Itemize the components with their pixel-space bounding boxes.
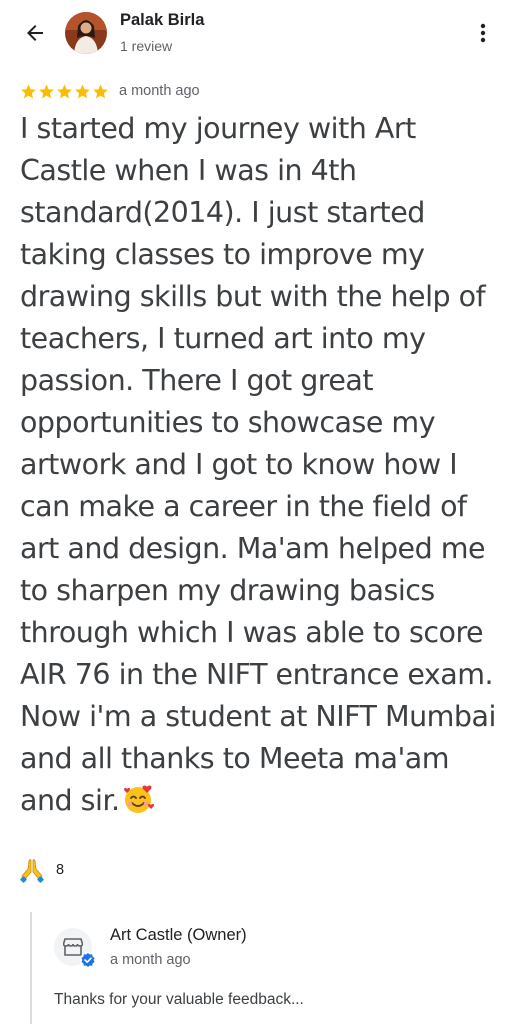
review-line: through which I was able to score bbox=[20, 616, 484, 649]
review-line: to sharpen my drawing basics bbox=[20, 574, 435, 607]
star-icon bbox=[57, 83, 72, 98]
rating-row: a month ago bbox=[20, 80, 200, 102]
review-line-last: and sir. bbox=[20, 780, 500, 822]
reaction-button[interactable]: 8 bbox=[20, 856, 64, 884]
reaction-count: 8 bbox=[56, 862, 65, 878]
star-icon bbox=[39, 83, 54, 98]
folded-hands-icon bbox=[20, 859, 44, 883]
star-rating bbox=[20, 83, 109, 100]
review-line: Castle when I was in 4th bbox=[20, 154, 357, 187]
more-options-button[interactable] bbox=[471, 20, 495, 46]
review-line-text: and sir. bbox=[20, 784, 120, 817]
review-line: I started my journey with Art bbox=[20, 112, 416, 145]
review-line: opportunities to showcase my bbox=[20, 406, 436, 439]
review-date: a month ago bbox=[119, 83, 200, 99]
review-header: Palak Birla 1 review bbox=[0, 0, 513, 70]
verified-check-icon bbox=[80, 952, 96, 968]
review-line: drawing skills but with the help of bbox=[20, 280, 486, 313]
review-line: taking classes to improve my bbox=[20, 238, 425, 271]
review-line: passion. There I got great bbox=[20, 364, 374, 397]
more-vertical-icon bbox=[480, 23, 486, 43]
reviewer-avatar[interactable] bbox=[65, 12, 107, 54]
owner-reply-text[interactable]: Thanks for your valuable feedback... bbox=[54, 991, 304, 1009]
owner-reply-date: a month ago bbox=[110, 952, 191, 968]
reviewer-name[interactable]: Palak Birla bbox=[120, 11, 204, 30]
back-button[interactable] bbox=[20, 18, 50, 48]
star-icon bbox=[75, 83, 90, 98]
review-line: and all thanks to Meeta ma'am bbox=[20, 742, 450, 775]
review-line: artwork and I got to know how I bbox=[20, 448, 458, 481]
review-line: AIR 76 in the NIFT entrance exam. bbox=[20, 658, 494, 691]
smiling-face-with-hearts-icon bbox=[123, 785, 154, 813]
review-line: art and design. Ma'am helped me bbox=[20, 532, 486, 565]
star-icon bbox=[21, 83, 36, 98]
owner-reply: Art Castle (Owner) a month ago Thanks fo… bbox=[30, 912, 500, 1024]
reviewer-review-count: 1 review bbox=[120, 38, 173, 54]
review-line: can make a career in the field of bbox=[20, 490, 467, 523]
review-line: standard(2014). I just started bbox=[20, 196, 425, 229]
star-icon bbox=[93, 83, 108, 98]
review-body: I started my journey with Art Castle whe… bbox=[20, 108, 500, 822]
owner-name: Art Castle (Owner) bbox=[110, 926, 247, 944]
review-line: Now i'm a student at NIFT Mumbai bbox=[20, 700, 496, 733]
arrow-back-icon bbox=[27, 25, 43, 41]
review-line: teachers, I turned art into my bbox=[20, 322, 426, 355]
